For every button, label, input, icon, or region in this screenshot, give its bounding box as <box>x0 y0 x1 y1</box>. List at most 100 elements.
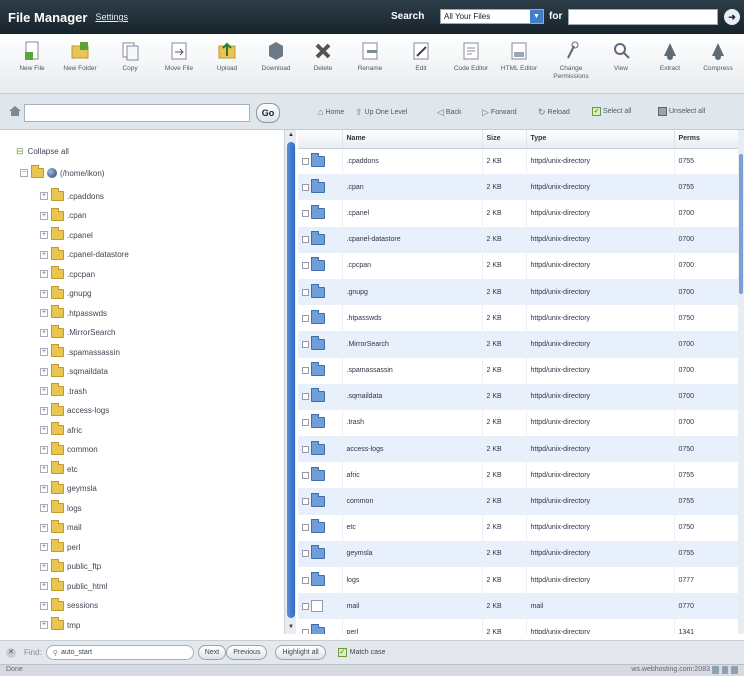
file-name[interactable]: access-logs <box>342 436 483 463</box>
table-row[interactable]: .htpasswds 2 KB httpd/unix-directory 0750 <box>298 305 739 332</box>
row-checkbox[interactable] <box>302 288 309 296</box>
file-name[interactable]: logs <box>342 567 483 594</box>
unselect-all-button[interactable]: Unselect all <box>658 107 705 116</box>
file-perms[interactable]: 0755 <box>674 540 739 567</box>
scroll-down-arrow-icon[interactable]: ▼ <box>287 624 295 632</box>
table-row[interactable]: .cpcpan 2 KB httpd/unix-directory 0700 <box>298 252 739 279</box>
expand-icon[interactable]: + <box>40 250 48 259</box>
table-row[interactable]: .MirrorSearch 2 KB httpd/unix-directory 070… <box>298 331 739 358</box>
find-input[interactable]: ⚲ auto_start <box>45 645 194 660</box>
tree-item[interactable]: + public_html <box>40 578 107 593</box>
copy-button[interactable]: Copy <box>108 40 152 90</box>
tree-item[interactable]: + common <box>40 441 98 457</box>
expand-icon[interactable]: + <box>40 309 48 317</box>
new-folder-button[interactable]: New Folder <box>58 40 102 90</box>
tree-item[interactable]: + sessions <box>40 597 98 613</box>
table-row[interactable]: afric 2 KB httpd/unix-directory 0755 <box>298 462 739 489</box>
download-button[interactable]: Download <box>254 40 298 90</box>
expand-icon[interactable]: + <box>40 484 48 493</box>
file-perms[interactable]: 0755 <box>674 488 739 515</box>
file-name[interactable]: .MirrorSearch <box>342 331 483 358</box>
path-input[interactable] <box>24 104 250 122</box>
file-name[interactable]: .gnupg <box>342 278 483 306</box>
tree-item[interactable]: + public_ftp <box>40 558 101 574</box>
file-list-scrollbar[interactable] <box>738 130 744 634</box>
reload-button[interactable]: ↻ Reload <box>538 107 570 118</box>
row-checkbox[interactable] <box>302 602 309 610</box>
tree-item[interactable]: + .spamassassin <box>40 344 120 359</box>
expand-icon[interactable]: + <box>40 211 48 220</box>
find-previous-button[interactable]: Previous <box>226 645 268 660</box>
file-name[interactable]: afric <box>342 462 483 489</box>
search-scope-select[interactable]: All Your Files ▼ <box>440 9 544 24</box>
file-perms[interactable]: 1341 <box>674 619 739 634</box>
html-editor-button[interactable]: HTML Editor <box>497 40 541 90</box>
match-case-checkbox[interactable]: ✓ Match case <box>337 648 385 657</box>
header-size[interactable]: Size <box>482 130 527 149</box>
tree-item[interactable]: + .sqmaildata <box>40 363 108 379</box>
rename-button[interactable]: Rename <box>348 40 392 90</box>
tree-item[interactable]: + .cpaddons <box>40 188 104 203</box>
expand-icon[interactable]: + <box>40 523 48 532</box>
find-next-button[interactable]: Next <box>197 645 227 660</box>
upload-button[interactable]: Upload <box>205 40 249 90</box>
table-row[interactable]: .cpaddons 2 KB httpd/unix-directory 0755 <box>298 148 739 175</box>
file-name[interactable]: .cpanel-datastore <box>342 226 483 253</box>
file-perms[interactable]: 0750 <box>674 436 739 463</box>
header-type[interactable]: Type <box>526 130 675 149</box>
row-checkbox[interactable] <box>302 498 309 506</box>
expand-icon[interactable]: + <box>40 406 48 415</box>
change-permissions-button[interactable]: Change Permissions <box>549 40 593 90</box>
expand-icon[interactable]: + <box>40 621 48 629</box>
row-checkbox[interactable] <box>302 314 309 322</box>
search-input[interactable] <box>568 9 718 25</box>
expand-icon[interactable]: + <box>40 426 48 434</box>
row-checkbox[interactable] <box>302 576 309 584</box>
tree-scrollbar[interactable]: ▲ ▼ <box>284 130 296 634</box>
tree-item[interactable]: + .cpan <box>40 207 87 223</box>
forward-button[interactable]: ▷ Forward <box>482 107 517 118</box>
file-list-scrollbar-thumb[interactable] <box>739 154 743 294</box>
header-perms[interactable]: Perms <box>674 130 739 149</box>
row-checkbox[interactable] <box>302 419 309 427</box>
extract-button[interactable]: Extract <box>648 40 692 90</box>
tree-item[interactable]: + .cpanel <box>40 227 93 242</box>
row-checkbox[interactable] <box>302 471 309 479</box>
table-row[interactable]: perl 2 KB httpd/unix-directory 1341 <box>298 619 739 634</box>
file-name[interactable]: mail <box>342 593 483 620</box>
file-name[interactable]: geymsla <box>342 540 483 567</box>
table-row[interactable]: geymsla 2 KB httpd/unix-directory 0755 <box>298 540 739 567</box>
file-name[interactable]: perl <box>342 619 483 634</box>
tree-item[interactable]: + access-logs <box>40 402 109 418</box>
row-checkbox[interactable] <box>302 393 309 401</box>
file-name[interactable]: .cpanel <box>342 200 483 227</box>
expand-icon[interactable]: + <box>40 367 48 376</box>
row-checkbox[interactable] <box>302 183 309 191</box>
file-perms[interactable]: 0700 <box>674 409 739 437</box>
settings-link[interactable]: Settings <box>95 12 128 22</box>
row-checkbox[interactable] <box>302 157 309 165</box>
file-perms[interactable]: 0750 <box>674 514 739 541</box>
table-row[interactable]: .cpanel 2 KB httpd/unix-directory 0700 <box>298 200 739 227</box>
expand-icon[interactable]: + <box>40 348 48 356</box>
file-name[interactable]: etc <box>342 514 483 541</box>
row-checkbox[interactable] <box>302 550 309 558</box>
table-row[interactable]: .cpanel-datastore 2 KB httpd/unix-director… <box>298 226 739 253</box>
file-perms[interactable]: 0700 <box>674 226 739 253</box>
file-perms[interactable]: 0750 <box>674 305 739 332</box>
up-one-level-button[interactable]: ⇧ Up One Level <box>355 107 407 118</box>
file-name[interactable]: .cpaddons <box>342 148 483 175</box>
row-checkbox[interactable] <box>302 209 309 217</box>
row-checkbox[interactable] <box>302 340 309 348</box>
table-row[interactable]: common 2 KB httpd/unix-directory 0755 <box>298 488 739 515</box>
file-perms[interactable]: 0700 <box>674 331 739 358</box>
row-checkbox[interactable] <box>302 524 309 532</box>
edit-button[interactable]: Edit <box>399 40 443 90</box>
tree-item[interactable]: + geymsla <box>40 480 97 496</box>
expand-icon[interactable]: + <box>40 192 48 200</box>
tree-item[interactable]: + afric <box>40 422 82 437</box>
expand-icon[interactable]: + <box>40 387 48 395</box>
file-perms[interactable]: 0777 <box>674 567 739 594</box>
tree-item[interactable]: + .htpasswds <box>40 305 107 320</box>
expand-icon[interactable]: + <box>40 289 48 298</box>
